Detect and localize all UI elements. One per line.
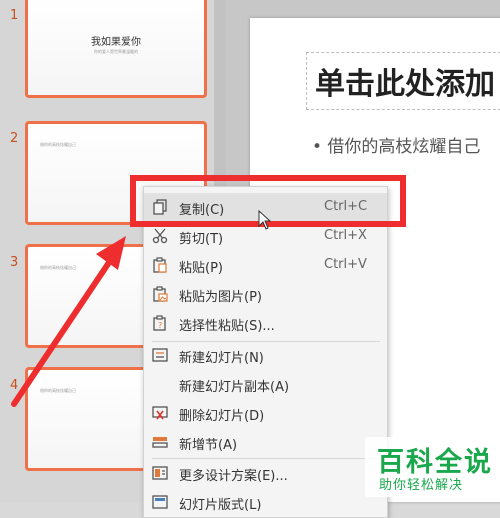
- slide-body-text[interactable]: • 借你的高枝炫耀自己: [312, 132, 480, 157]
- thumbnail-title: 我如果爱你: [91, 37, 141, 48]
- menu-item-label: 粘贴(P): [179, 261, 223, 276]
- slide-number: 2: [10, 131, 19, 146]
- watermark: 百科全说 助你轻松解决: [365, 437, 491, 497]
- slide-thumbnail-1[interactable]: 我如果爱你 你的爱人是世界最温暖的: [25, 0, 207, 98]
- menu-item-label: 幻灯片版式(L): [179, 498, 262, 513]
- thumbnail-subtitle: 你的爱人是世界最温暖的: [94, 49, 138, 54]
- context-menu: 复制(C) Ctrl+C 剪切(T) Ctrl+X 粘贴(P) Ctrl+V 粘…: [143, 186, 388, 518]
- menu-item-paste-special[interactable]: ? 选择性粘贴(S)...: [144, 309, 387, 338]
- cut-icon: [152, 228, 168, 244]
- menu-item-label: 删除幻灯片(D): [179, 409, 265, 424]
- menu-item-more-designs[interactable]: 更多设计方案(E)...: [144, 459, 387, 488]
- thumbnail-bullet: 借你的高枝炫耀自己: [40, 265, 76, 270]
- menu-item-new-section[interactable]: 新增节(A): [144, 428, 387, 457]
- watermark-slogan: 助你轻松解决: [379, 478, 464, 493]
- svg-text:?: ?: [158, 321, 162, 330]
- menu-item-label: 新建幻灯片(N): [179, 351, 264, 366]
- menu-item-paste-as-image[interactable]: 粘贴为图片(P): [144, 280, 387, 309]
- menu-item-label: 更多设计方案(E)...: [179, 469, 288, 484]
- menu-item-slide-layout[interactable]: 幻灯片版式(L): [144, 488, 387, 517]
- menu-item-label: 选择性粘贴(S)...: [179, 319, 275, 334]
- menu-item-new-slide[interactable]: 新建幻灯片(N): [144, 341, 387, 370]
- delete-slide-icon: [152, 406, 168, 420]
- menu-item-label: 剪切(T): [179, 232, 224, 247]
- paste-special-icon: ?: [153, 315, 166, 331]
- layout-icon: [152, 495, 168, 509]
- menu-item-shortcut: Ctrl+X: [324, 228, 367, 243]
- title-placeholder[interactable]: 单击此处添加: [306, 52, 500, 110]
- paste-icon: [153, 257, 167, 273]
- mouse-cursor-icon: [258, 210, 272, 230]
- new-section-icon: [152, 437, 168, 448]
- thumbnail-bullet: 借你的高枝炫耀自己: [40, 142, 76, 147]
- menu-item-label: 粘贴为图片(P): [179, 290, 262, 305]
- menu-item-shortcut: Ctrl+V: [324, 257, 367, 272]
- slide-number: 3: [10, 255, 19, 270]
- thumbnail-bullet: 借你的高枝炫耀自己: [40, 388, 76, 393]
- design-icon: [152, 466, 168, 480]
- paste-as-image-icon: [153, 286, 168, 302]
- menu-item-paste[interactable]: 粘贴(P) Ctrl+V: [144, 251, 387, 280]
- menu-item-label: 新增节(A): [179, 438, 238, 453]
- new-slide-icon: [152, 348, 168, 362]
- slide-number: 1: [10, 8, 19, 23]
- menu-item-delete-slide[interactable]: 删除幻灯片(D): [144, 399, 387, 428]
- slide-number: 4: [10, 378, 19, 393]
- menu-item-duplicate-slide[interactable]: 新建幻灯片副本(A): [144, 370, 387, 399]
- menu-item-label: 新建幻灯片副本(A): [179, 380, 290, 395]
